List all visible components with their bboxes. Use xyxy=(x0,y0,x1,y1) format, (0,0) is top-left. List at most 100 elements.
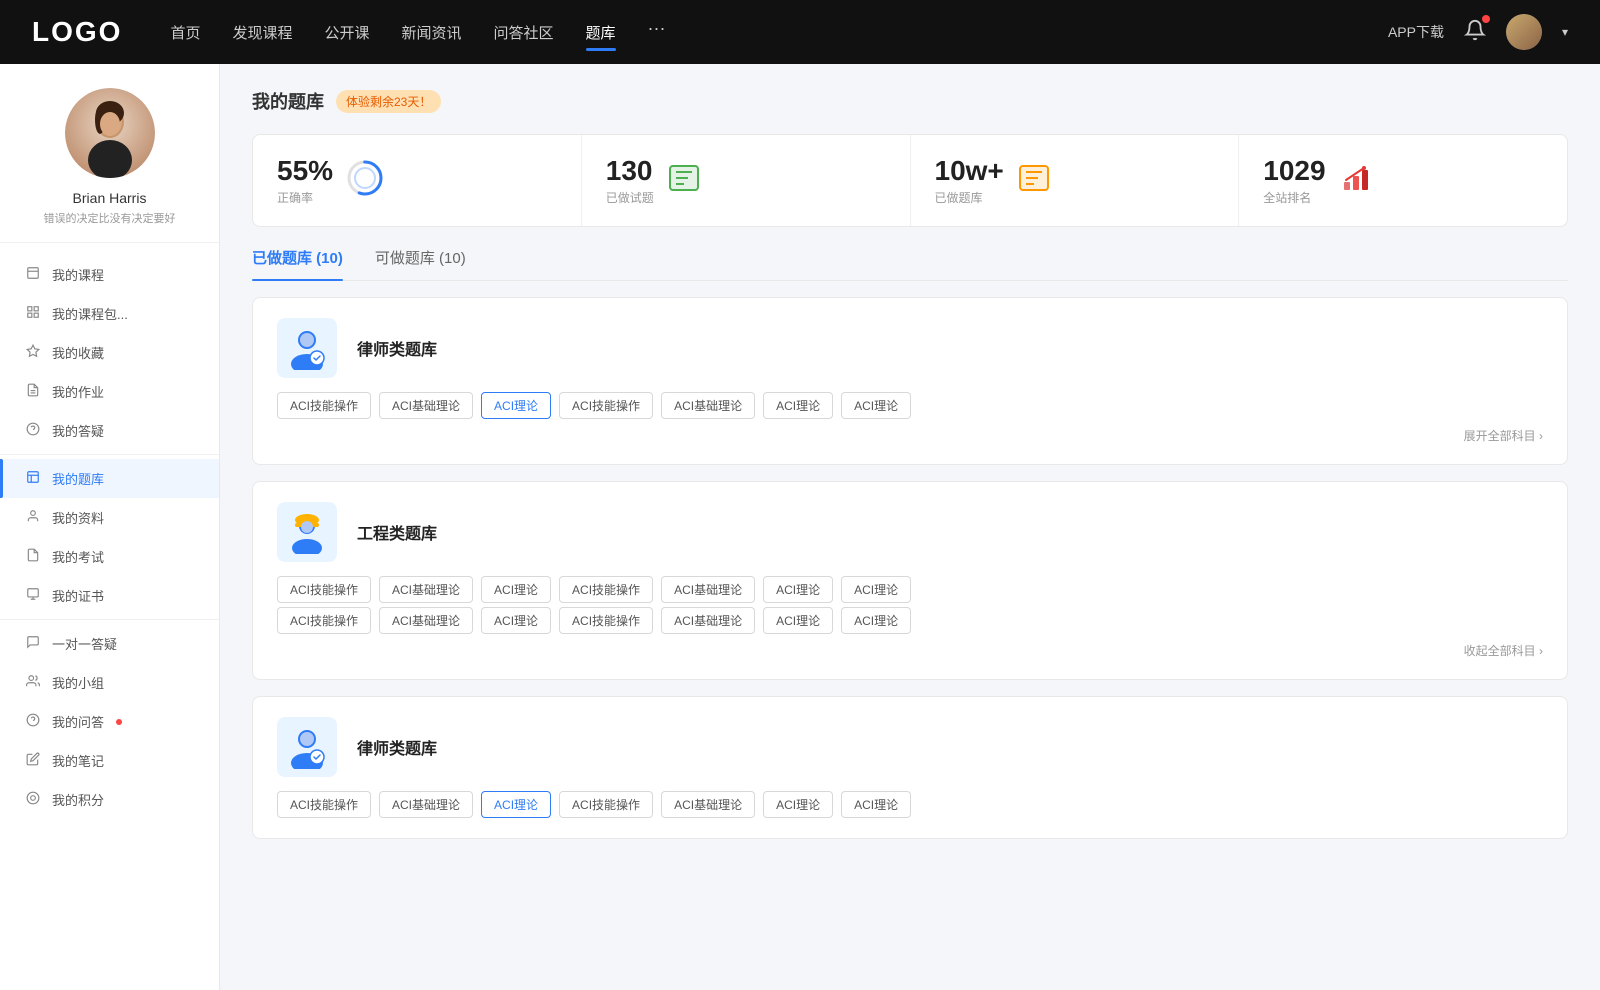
tag-l1-0[interactable]: ACI技能操作 xyxy=(277,392,371,419)
qa-icon xyxy=(24,422,42,439)
tags-row-engineer-1: ACI技能操作 ACI基础理论 ACI理论 ACI技能操作 ACI基础理论 AC… xyxy=(277,576,1543,603)
nav-more[interactable]: ··· xyxy=(648,18,666,47)
nav-qa[interactable]: 问答社区 xyxy=(494,18,554,47)
tag-e-4[interactable]: ACI基础理论 xyxy=(661,576,755,603)
stat-accuracy-label: 正确率 xyxy=(277,189,333,206)
app-download-link[interactable]: APP下载 xyxy=(1388,22,1444,42)
stat-done-questions: 130 已做试题 xyxy=(582,135,911,226)
sidebar-item-questions[interactable]: 我的问答 xyxy=(0,702,219,741)
notification-bell[interactable] xyxy=(1464,19,1486,46)
points-icon xyxy=(24,791,42,808)
stats-row: 55% 正确率 130 已做试题 xyxy=(252,134,1568,227)
group-icon xyxy=(24,674,42,691)
notification-badge xyxy=(1482,15,1490,23)
accuracy-icon xyxy=(347,160,383,201)
stat-rank-number: 1029 xyxy=(1263,155,1325,187)
qbank-card-engineer: 工程类题库 ACI技能操作 ACI基础理论 ACI理论 ACI技能操作 ACI基… xyxy=(252,481,1568,680)
user-avatar-nav[interactable] xyxy=(1506,14,1542,50)
sidebar-item-exam[interactable]: 我的考试 xyxy=(0,537,219,576)
tag-l2-1[interactable]: ACI基础理论 xyxy=(379,791,473,818)
tag-l2-3[interactable]: ACI技能操作 xyxy=(559,791,653,818)
sidebar-item-group[interactable]: 我的小组 xyxy=(0,663,219,702)
tag-e2-3[interactable]: ACI技能操作 xyxy=(559,607,653,634)
tag-l1-4[interactable]: ACI基础理论 xyxy=(661,392,755,419)
tag-l2-0[interactable]: ACI技能操作 xyxy=(277,791,371,818)
tag-e2-5[interactable]: ACI理论 xyxy=(763,607,833,634)
stat-rank-label: 全站排名 xyxy=(1263,189,1325,206)
sidebar-item-notes[interactable]: 我的笔记 xyxy=(0,741,219,780)
sidebar-label-course-pack: 我的课程包... xyxy=(52,304,128,323)
stat-banks-label: 已做题库 xyxy=(935,189,1004,206)
tab-done[interactable]: 已做题库 (10) xyxy=(252,247,343,280)
sidebar-item-courses[interactable]: 我的课程 xyxy=(0,255,219,294)
stat-done-number: 130 xyxy=(606,155,654,187)
sidebar-label-notes: 我的笔记 xyxy=(52,751,104,770)
tag-l1-5[interactable]: ACI理论 xyxy=(763,392,833,419)
sidebar-item-1on1[interactable]: 一对一答疑 xyxy=(0,624,219,663)
collapse-engineer[interactable]: 收起全部科目 › xyxy=(277,642,1543,659)
sidebar-item-points[interactable]: 我的积分 xyxy=(0,780,219,819)
stat-banks-number: 10w+ xyxy=(935,155,1004,187)
question-bank-icon xyxy=(24,470,42,487)
sidebar-label-1on1: 一对一答疑 xyxy=(52,634,117,653)
tab-available[interactable]: 可做题库 (10) xyxy=(375,247,466,280)
sidebar-label-points: 我的积分 xyxy=(52,790,104,809)
tag-e-3[interactable]: ACI技能操作 xyxy=(559,576,653,603)
tag-e2-4[interactable]: ACI基础理论 xyxy=(661,607,755,634)
tag-e2-1[interactable]: ACI基础理论 xyxy=(379,607,473,634)
sidebar-item-qa[interactable]: 我的答疑 xyxy=(0,411,219,450)
user-dropdown-arrow[interactable]: ▾ xyxy=(1562,25,1568,39)
questions-icon xyxy=(24,713,42,730)
expand-lawyer-1[interactable]: 展开全部科目 › xyxy=(277,427,1543,444)
tag-e-0[interactable]: ACI技能操作 xyxy=(277,576,371,603)
tag-e-6[interactable]: ACI理论 xyxy=(841,576,911,603)
sidebar-item-favorites[interactable]: 我的收藏 xyxy=(0,333,219,372)
courses-icon xyxy=(24,266,42,283)
tag-l2-5[interactable]: ACI理论 xyxy=(763,791,833,818)
1on1-icon xyxy=(24,635,42,652)
divider-2 xyxy=(0,619,219,620)
tag-e2-0[interactable]: ACI技能操作 xyxy=(277,607,371,634)
avatar xyxy=(65,88,155,178)
nav-home[interactable]: 首页 xyxy=(170,18,200,47)
nav-question-bank[interactable]: 题库 xyxy=(586,18,616,47)
nav-open-course[interactable]: 公开课 xyxy=(324,18,369,47)
tag-e2-2[interactable]: ACI理论 xyxy=(481,607,551,634)
tag-e2-6[interactable]: ACI理论 xyxy=(841,607,911,634)
sidebar-item-certificate[interactable]: 我的证书 xyxy=(0,576,219,615)
tag-e-1[interactable]: ACI基础理论 xyxy=(379,576,473,603)
stat-accuracy: 55% 正确率 xyxy=(253,135,582,226)
sidebar-item-question-bank[interactable]: 我的题库 xyxy=(0,459,219,498)
course-pack-icon xyxy=(24,305,42,322)
sidebar-label-exam: 我的考试 xyxy=(52,547,104,566)
logo[interactable]: LOGO xyxy=(32,16,122,48)
certificate-icon xyxy=(24,587,42,604)
profile-motto: 错误的决定比没有决定要好 xyxy=(28,210,192,226)
tag-l2-4[interactable]: ACI基础理论 xyxy=(661,791,755,818)
tag-l1-3[interactable]: ACI技能操作 xyxy=(559,392,653,419)
qbank-title-lawyer-1: 律师类题库 xyxy=(357,336,437,360)
nav-discover[interactable]: 发现课程 xyxy=(232,18,292,47)
done-questions-icon xyxy=(668,162,700,199)
sidebar: Brian Harris 错误的决定比没有决定要好 我的课程 我的课程包... xyxy=(0,64,220,990)
tag-l2-2[interactable]: ACI理论 xyxy=(481,791,551,818)
page-title: 我的题库 xyxy=(252,88,324,114)
sidebar-label-courses: 我的课程 xyxy=(52,265,104,284)
tag-e-5[interactable]: ACI理论 xyxy=(763,576,833,603)
tag-l2-6[interactable]: ACI理论 xyxy=(841,791,911,818)
navbar: LOGO 首页 发现课程 公开课 新闻资讯 问答社区 题库 ··· APP下载 … xyxy=(0,0,1600,64)
sidebar-item-homework[interactable]: 我的作业 xyxy=(0,372,219,411)
tag-l1-6[interactable]: ACI理论 xyxy=(841,392,911,419)
tag-l1-1[interactable]: ACI基础理论 xyxy=(379,392,473,419)
sidebar-item-course-pack[interactable]: 我的课程包... xyxy=(0,294,219,333)
profile-icon xyxy=(24,509,42,526)
tabs-row: 已做题库 (10) 可做题库 (10) xyxy=(252,247,1568,281)
tags-row-lawyer-2: ACI技能操作 ACI基础理论 ACI理论 ACI技能操作 ACI基础理论 AC… xyxy=(277,791,1543,818)
tag-l1-2[interactable]: ACI理论 xyxy=(481,392,551,419)
ranking-icon xyxy=(1340,162,1372,199)
nav-news[interactable]: 新闻资讯 xyxy=(402,18,462,47)
homework-icon xyxy=(24,383,42,400)
tag-e-2[interactable]: ACI理论 xyxy=(481,576,551,603)
done-banks-icon xyxy=(1018,162,1050,199)
sidebar-item-profile[interactable]: 我的资料 xyxy=(0,498,219,537)
